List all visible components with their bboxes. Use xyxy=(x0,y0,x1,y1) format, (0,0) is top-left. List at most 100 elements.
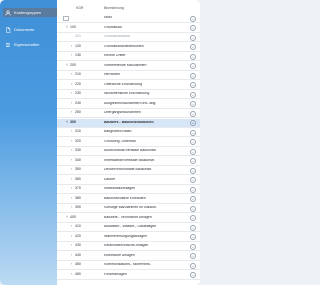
chevron-right-icon[interactable]: › xyxy=(71,243,72,247)
cell-bezeichnung: Bauwerk - Technische Anlagen xyxy=(104,215,152,219)
table-row[interactable]: › 130 Rechte Dritter + xyxy=(57,52,200,61)
cell-bezeichnung: Innenwände/Vertikale Baukonstr. xyxy=(104,158,155,162)
chevron-right-icon[interactable]: › xyxy=(71,91,72,95)
add-icon[interactable]: + xyxy=(190,158,196,164)
table-row[interactable]: ˅ 300 Bauwerk - Baukonstruktionen + xyxy=(57,118,200,128)
table-row[interactable]: › 340 Innenwände/Vertikale Baukonstr. + xyxy=(57,157,200,166)
table-row[interactable]: › 210 Herrichten + xyxy=(57,71,200,80)
cell-bezeichnung: Außenwände/Vertikale Baukonstr. xyxy=(104,149,157,152)
add-icon[interactable]: + xyxy=(190,72,196,79)
add-icon[interactable]: + xyxy=(190,224,196,231)
chevron-right-icon[interactable]: › xyxy=(71,234,72,238)
add-icon[interactable]: + xyxy=(190,253,196,259)
chevron-right-icon[interactable]: › xyxy=(71,82,72,86)
add-icon[interactable]: + xyxy=(190,196,196,202)
cell-kgr: 370 xyxy=(75,186,81,190)
add-icon[interactable]: + xyxy=(190,15,196,22)
chevron-right-icon[interactable]: › xyxy=(71,177,72,181)
add-icon[interactable]: + xyxy=(190,82,196,88)
table-row[interactable]: › 350 Decken/Horizontale Baukonstr. + xyxy=(57,166,200,175)
table-row[interactable]: Notiz + xyxy=(57,14,200,23)
add-icon[interactable]: + xyxy=(190,215,196,221)
cell-bezeichnung: Förderanlagen xyxy=(104,272,127,276)
add-icon[interactable]: + xyxy=(190,25,196,31)
add-icon[interactable]: + xyxy=(190,234,196,240)
cell-kgr: 390 xyxy=(75,205,81,209)
chevron-right-icon[interactable]: › xyxy=(71,139,72,143)
table-row[interactable]: › 120 Grundstücksnebenkosten + xyxy=(57,43,200,52)
add-icon[interactable]: + xyxy=(190,53,196,60)
add-icon[interactable]: + xyxy=(190,63,196,69)
table-row[interactable]: › 250 Übergangsmaßnahmen + xyxy=(57,109,200,118)
table-row[interactable]: 110 Grundstückswert + xyxy=(57,33,200,42)
chevron-right-icon[interactable]: › xyxy=(71,44,72,48)
properties-icon xyxy=(5,42,11,48)
table-row[interactable]: › 360 Dächer + xyxy=(57,176,200,185)
table-row[interactable]: › 230 Nichtöffentliche Erschließung + xyxy=(57,90,200,99)
chevron-right-icon[interactable]: › xyxy=(71,110,72,114)
add-icon[interactable]: + xyxy=(190,110,196,117)
add-icon[interactable]: + xyxy=(190,120,196,126)
chevron-right-icon[interactable]: › xyxy=(71,72,72,76)
table-row[interactable]: › 370 Infrastrukturanlagen + xyxy=(57,185,200,194)
add-icon[interactable]: + xyxy=(190,34,196,41)
chevron-down-icon[interactable]: ˅ xyxy=(66,25,68,29)
table-row[interactable]: › 430 Raumlufttechnische Anlagen + xyxy=(57,242,200,251)
table-row[interactable]: ˅ 200 Vorbereitende Maßnahmen + xyxy=(57,62,200,71)
table-row[interactable]: › 320 Gründung, Unterbau + xyxy=(57,138,200,147)
chevron-down-icon[interactable]: ˅ xyxy=(66,63,68,67)
chevron-right-icon[interactable]: › xyxy=(71,167,72,171)
column-header-bezeichnung[interactable]: Bezeichnung xyxy=(104,6,124,10)
table-row[interactable]: › 220 Öffentliche Erschließung + xyxy=(57,81,200,90)
table-row[interactable]: › 420 Wärmeversorgungsanlagen + xyxy=(57,233,200,242)
table-row[interactable]: › 390 Sonstige Maßnahmen für Baukon. + xyxy=(57,204,200,213)
add-icon[interactable]: + xyxy=(190,139,196,145)
add-icon[interactable]: + xyxy=(190,167,196,174)
chevron-right-icon[interactable]: › xyxy=(71,186,72,190)
chevron-right-icon[interactable]: › xyxy=(71,262,72,266)
table-row[interactable]: › 460 Förderanlagen + xyxy=(57,271,200,280)
chevron-down-icon[interactable]: ˅ xyxy=(66,215,68,219)
cell-kgr: 320 xyxy=(75,138,81,143)
add-icon[interactable]: + xyxy=(190,91,196,98)
table-row[interactable]: ˅ 400 Bauwerk - Technische Anlagen + xyxy=(57,214,200,223)
chevron-right-icon[interactable]: › xyxy=(71,129,72,133)
chevron-right-icon[interactable]: › xyxy=(71,148,72,152)
sidebar-item-dokumente[interactable]: Dokumente xyxy=(3,25,57,34)
table-row[interactable]: › 440 Elektrische Anlagen + xyxy=(57,252,200,261)
chevron-right-icon[interactable]: › xyxy=(71,53,72,57)
chevron-right-icon[interactable]: › xyxy=(71,158,72,162)
sidebar-item-eigenschaften[interactable]: Eigenschaften xyxy=(3,40,57,49)
sidebar-item-kostengruppen[interactable]: Kostengruppen xyxy=(3,8,57,17)
table-row[interactable]: › 310 Baugrube/Erdbau + xyxy=(57,128,200,137)
add-icon[interactable]: + xyxy=(190,262,196,269)
cell-bezeichnung: Infrastrukturanlagen xyxy=(104,187,136,190)
chevron-right-icon[interactable]: › xyxy=(71,224,72,228)
row-checkbox[interactable] xyxy=(63,15,69,22)
chevron-right-icon[interactable]: › xyxy=(71,196,72,200)
column-header-kgr[interactable]: KGR xyxy=(76,6,83,10)
add-icon[interactable]: + xyxy=(190,205,196,212)
add-icon[interactable]: + xyxy=(190,272,196,278)
add-icon[interactable]: + xyxy=(190,129,196,136)
chevron-right-icon[interactable]: › xyxy=(71,101,72,105)
add-icon[interactable]: + xyxy=(190,186,196,193)
table-row[interactable]: › 410 Abwasser-, Wasser-, Gasanlagen + xyxy=(57,223,200,232)
add-icon[interactable]: + xyxy=(190,177,196,183)
table-row[interactable]: › 330 Außenwände/Vertikale Baukonstr. + xyxy=(57,147,200,156)
add-icon[interactable]: + xyxy=(190,101,196,107)
cell-kgr: 210 xyxy=(75,72,81,76)
chevron-right-icon[interactable]: › xyxy=(71,272,72,276)
chevron-right-icon[interactable]: › xyxy=(71,253,72,257)
table-row[interactable]: › 450 Kommunikations-, sicherheits- + xyxy=(57,261,200,270)
add-icon[interactable]: + xyxy=(190,44,196,50)
cell-bezeichnung: Dächer xyxy=(104,177,116,181)
add-icon[interactable]: + xyxy=(190,243,196,250)
table-row[interactable]: ˅ 100 Grundstück + xyxy=(57,24,200,33)
chevron-right-icon[interactable]: › xyxy=(71,205,72,209)
add-icon[interactable]: + xyxy=(190,148,196,155)
table-row[interactable]: › 240 Ausgleichsmaßnahmen und -abg. + xyxy=(57,100,200,109)
cell-kgr: 200 xyxy=(70,62,76,67)
table-row[interactable]: › 380 Baukonstruktive Einbauten + xyxy=(57,195,200,204)
chevron-down-icon[interactable]: ˅ xyxy=(66,120,68,124)
